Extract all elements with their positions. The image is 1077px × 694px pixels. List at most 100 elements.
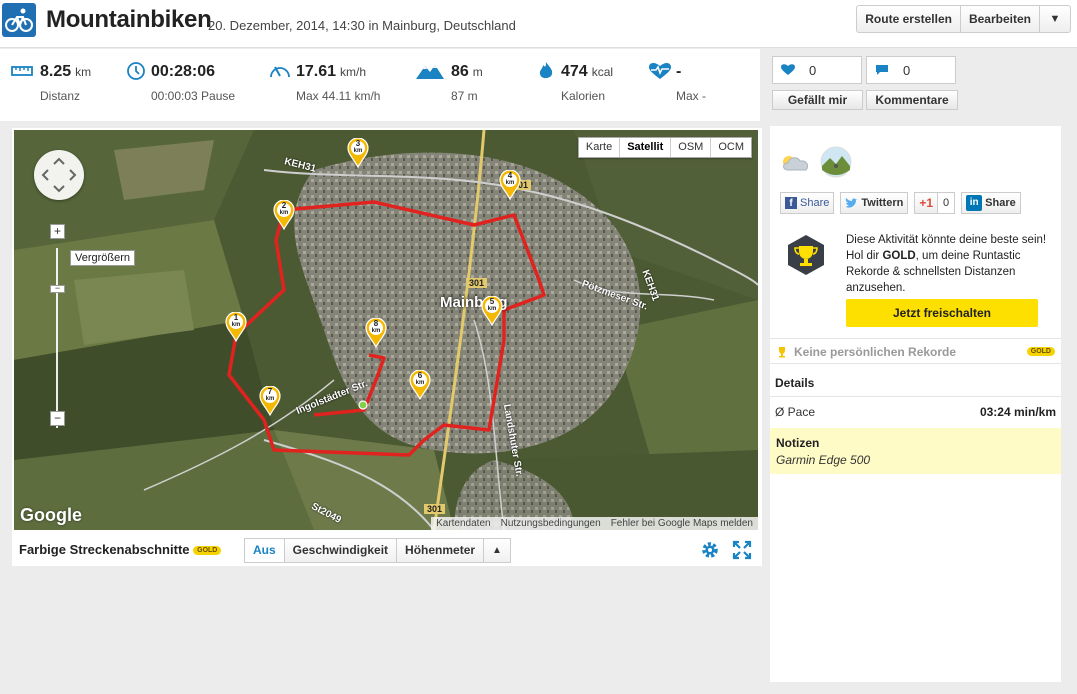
km-marker-number: 8 — [373, 319, 379, 328]
twitter-button[interactable]: Twittern — [840, 192, 909, 214]
stat-distance: 8.25 km Distanz — [11, 63, 91, 103]
map-data-link[interactable]: Kartendaten — [431, 517, 496, 530]
km-marker-number: 7 — [267, 387, 273, 396]
km-marker-number: 1 — [233, 313, 239, 322]
map-type-satellit[interactable]: Satellit — [620, 138, 672, 157]
stat-calories: 474 kcal Kalorien — [539, 62, 614, 103]
stat-label: Max - — [676, 89, 706, 103]
map-type-switcher: Karte Satellit OSM OCM — [577, 137, 752, 158]
map-type-karte[interactable]: Karte — [579, 138, 621, 157]
km-marker-5[interactable]: 5 km — [481, 295, 503, 327]
km-marker-number: 6 — [417, 371, 423, 380]
notes-section: Notizen Garmin Edge 500 — [770, 428, 1061, 474]
stat-unit: kcal — [591, 65, 614, 79]
zoom-slider-handle[interactable]: − — [50, 284, 65, 293]
colored-segments-title: Farbige Streckenabschnitte GOLD — [19, 542, 222, 557]
road-label: 301 — [424, 504, 446, 514]
pan-arrows-icon — [41, 157, 77, 193]
edit-button[interactable]: Bearbeiten — [961, 6, 1040, 32]
road-label: 301 — [466, 278, 488, 288]
heart-icon — [781, 64, 795, 75]
twitter-bird-icon — [846, 197, 859, 208]
stat-value: 474 — [561, 63, 588, 80]
facebook-icon: f — [785, 197, 797, 209]
stat-heart-rate: - Max - — [649, 63, 706, 103]
zoom-in-button[interactable]: + — [50, 224, 65, 239]
gold-badge: GOLD — [193, 546, 222, 556]
km-marker-8[interactable]: 8 km — [365, 317, 387, 349]
caret-down-icon[interactable]: ▼ — [1040, 6, 1070, 32]
details-heading: Details — [775, 376, 815, 390]
stat-speed: 17.61 km/h Max 44.11 km/h — [270, 63, 380, 103]
unlock-button[interactable]: Jetzt freischalten — [846, 299, 1038, 327]
speech-bubble-icon — [876, 65, 888, 75]
zoom-out-button[interactable]: − — [50, 411, 65, 426]
colored-segments-label: Farbige Streckenabschnitte — [19, 542, 190, 557]
google-plus-count: 0 — [937, 193, 955, 213]
terms-link[interactable]: Nutzungsbedingungen — [496, 517, 606, 530]
promo-text-gold: GOLD — [882, 250, 916, 262]
stat-duration: 00:28:06 00:00:03 Pause — [127, 62, 236, 103]
cloud-icon — [783, 156, 809, 171]
km-marker-unit: km — [265, 396, 275, 402]
sidebar: f Share Twittern +1 0 in Share Diese Akt… — [770, 126, 1061, 682]
stat-value: 8.25 — [40, 63, 72, 80]
pan-control[interactable] — [34, 150, 84, 200]
stat-label: Distanz — [40, 89, 81, 103]
stat-label: 87 m — [451, 89, 478, 103]
km-marker-2[interactable]: 2 km — [273, 199, 295, 231]
linkedin-share-button[interactable]: in Share — [961, 192, 1021, 214]
stat-label: 00:00:03 Pause — [151, 89, 236, 103]
twitter-label: Twittern — [861, 197, 904, 209]
like-button[interactable]: Gefällt mir — [772, 90, 863, 110]
small-trophy-icon — [779, 347, 785, 358]
pace-value: 03:24 min/km — [979, 405, 1056, 419]
tab-speed[interactable]: Geschwindigkeit — [284, 539, 398, 562]
tab-elevation[interactable]: Höhenmeter — [397, 539, 485, 562]
gear-icon[interactable] — [700, 540, 720, 560]
likes-counter: 0 — [772, 56, 862, 84]
personal-records-row: Keine persönlichen Rekorde GOLD — [770, 338, 1061, 364]
km-marker-number: 2 — [281, 201, 287, 210]
km-marker-unit: km — [231, 322, 241, 328]
terrain-icon — [820, 146, 852, 178]
ruler-icon — [11, 66, 33, 76]
comments-counter: 0 — [866, 56, 956, 84]
comments-button[interactable]: Kommentare — [866, 90, 958, 110]
share-buttons: f Share Twittern +1 0 in Share — [780, 192, 1021, 214]
tab-off[interactable]: Aus — [245, 539, 285, 562]
promo-text: Diese Aktivität könnte deine beste sein!… — [846, 232, 1054, 296]
km-marker-unit: km — [371, 328, 381, 334]
km-marker-7[interactable]: 7 km — [259, 385, 281, 417]
map-attribution: Kartendaten Nutzungsbedingungen Fehler b… — [431, 517, 758, 530]
linkedin-icon: in — [966, 195, 983, 211]
google-plus-button[interactable]: +1 0 — [914, 192, 956, 214]
fullscreen-icon[interactable] — [732, 540, 752, 560]
notes-heading: Notizen — [776, 436, 820, 450]
stat-label: Kalorien — [561, 89, 606, 103]
km-marker-3[interactable]: 3 km — [347, 137, 369, 169]
notes-text: Garmin Edge 500 — [776, 453, 871, 467]
comments-count: 0 — [903, 62, 911, 78]
clock-icon — [127, 62, 145, 80]
zoom-slider-track[interactable] — [56, 248, 58, 428]
km-marker-4[interactable]: 4 km — [499, 169, 521, 201]
stat-elevation: 86 m 87 m — [416, 63, 483, 103]
km-marker-1[interactable]: 1 km — [225, 311, 247, 343]
activity-date-location: 20. Dezember, 2014, 14:30 in Mainburg, D… — [208, 18, 516, 33]
facebook-share-button[interactable]: f Share — [780, 192, 835, 214]
triangle-up-icon[interactable]: ▲ — [484, 539, 510, 562]
map-type-osm[interactable]: OSM — [671, 138, 712, 157]
route-map[interactable]: KEH31 301 301 301 KEH31 Pötzmeser Str. I… — [14, 130, 758, 530]
gold-badge: GOLD — [1026, 347, 1055, 356]
km-marker-number: 5 — [489, 297, 495, 306]
map-type-ocm[interactable]: OCM — [711, 138, 751, 157]
create-route-button[interactable]: Route erstellen — [857, 6, 961, 32]
zoom-tooltip: Vergrößern — [70, 250, 136, 266]
stat-value: 86 — [451, 63, 469, 80]
km-marker-unit: km — [279, 210, 289, 216]
report-error-link[interactable]: Fehler bei Google Maps melden — [606, 517, 758, 530]
map-footer: Farbige Streckenabschnitte GOLD Aus Gesc… — [12, 532, 762, 566]
mountain-icon — [416, 65, 444, 79]
km-marker-6[interactable]: 6 km — [409, 369, 431, 401]
